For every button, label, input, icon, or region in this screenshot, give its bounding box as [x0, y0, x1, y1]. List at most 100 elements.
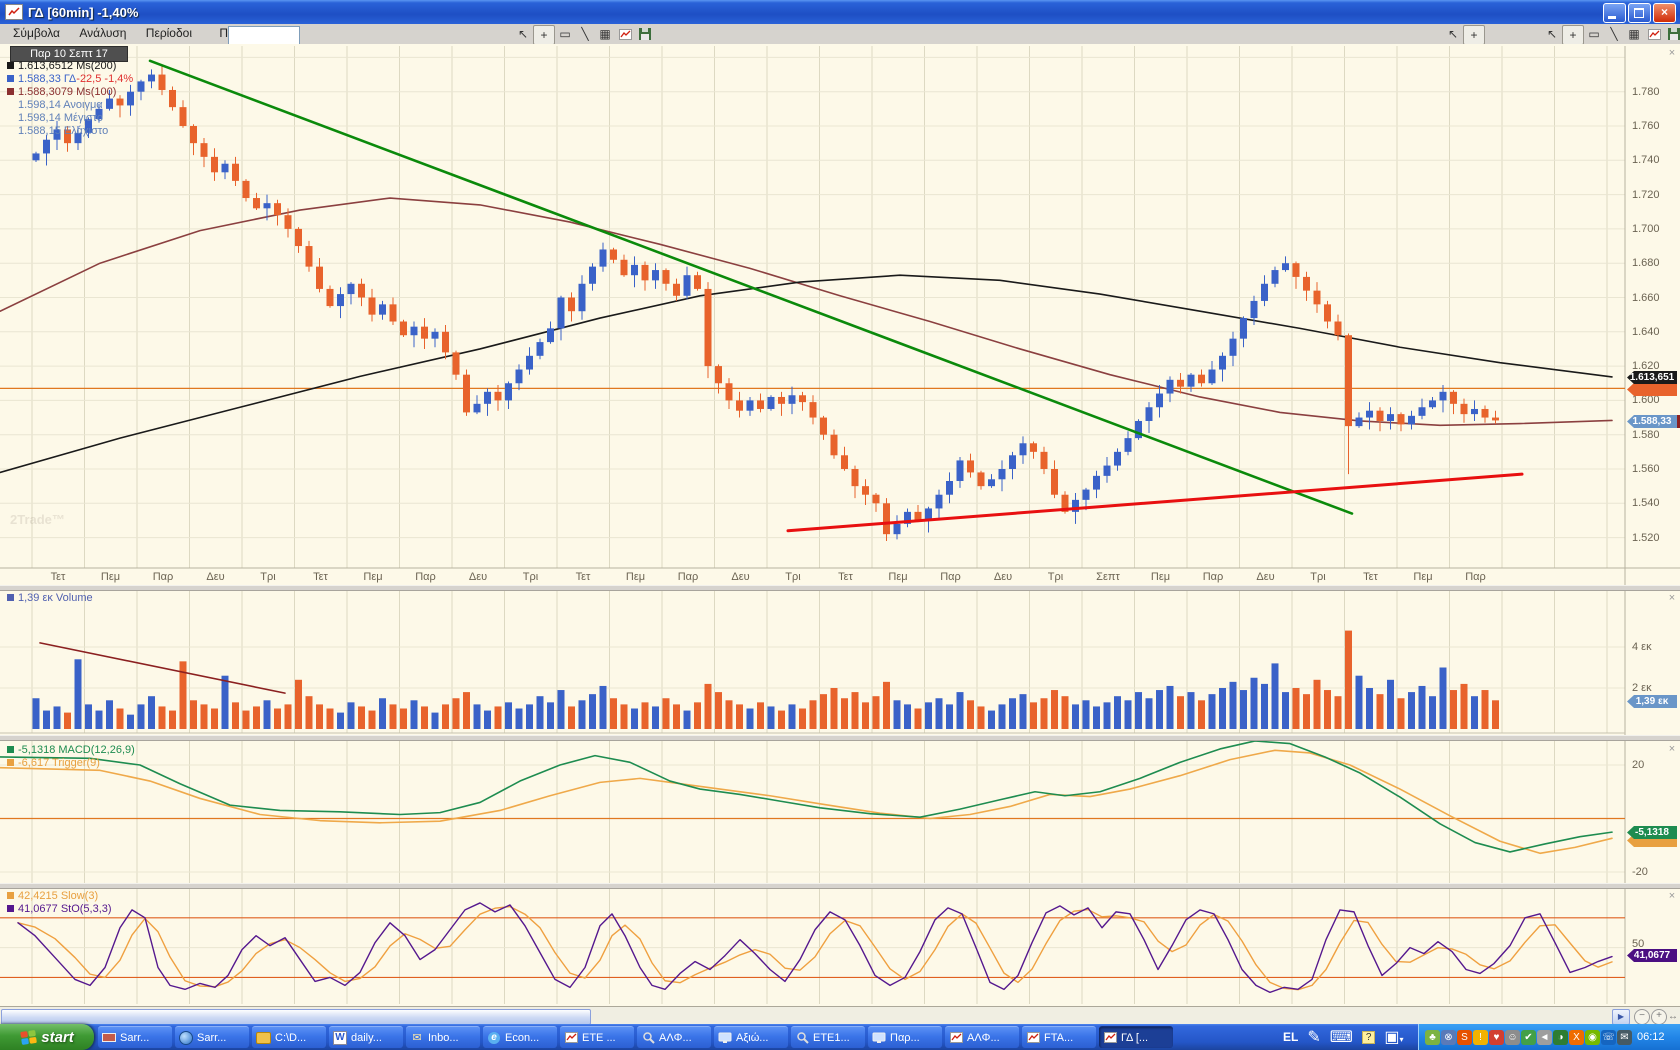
taskbutton-label: Αξιώ... [736, 1032, 768, 1044]
task-par[interactable]: Παρ... [868, 1026, 942, 1048]
spreadsheet-icon[interactable]: X [1569, 1030, 1584, 1045]
task-sarr-1[interactable]: Sarr... [98, 1026, 172, 1048]
plant-icon[interactable]: ♣ [1425, 1030, 1440, 1045]
folder-icon [256, 1031, 271, 1044]
layout-icon[interactable]: ▣▾ [1384, 1027, 1403, 1047]
application-window: ΓΔ [60min] -1,40% × ΣύμβολαΑνάλυσηΠερίοδ… [0, 0, 1680, 1050]
close-price-panel-icon[interactable]: × [1666, 47, 1678, 59]
volume-legend: 1,39 εκ Volume [7, 591, 93, 604]
flame-icon[interactable]: S [1457, 1030, 1472, 1045]
taskbutton-label: ΑΛΦ... [967, 1032, 1000, 1044]
chart-icon [564, 1031, 578, 1044]
task-daily-doc[interactable]: Wdaily... [329, 1026, 403, 1048]
chart-icon [1103, 1031, 1117, 1044]
legend-text: -22,5 -1,4% [76, 73, 133, 85]
legend-text: 1.598,14 Μέγιστο [18, 112, 103, 124]
taskbutton-label: ΓΔ [... [1121, 1032, 1148, 1044]
speaker-icon[interactable]: ◄ [1537, 1030, 1552, 1045]
language-indicator[interactable]: EL [1283, 1030, 1298, 1044]
task-axio[interactable]: Αξιώ... [714, 1026, 788, 1048]
scrollbar-thumb[interactable] [1, 1009, 591, 1025]
stoch-mid-label: 50 [1632, 938, 1644, 950]
globe-icon [179, 1031, 193, 1044]
windows-flag-icon [20, 1029, 37, 1046]
task-alf-1[interactable]: ΑΛΦ... [637, 1026, 711, 1048]
price-axis-label: 1.600 [1632, 394, 1660, 406]
time-axis-label: Τετ [313, 571, 328, 583]
start-label: start [41, 1029, 74, 1046]
chart-area[interactable]: Παρ 10 Σεπτ 17 1.613,6512 Ms(200)1.588,3… [0, 44, 1680, 1024]
close-stoch-panel-icon[interactable]: × [1666, 890, 1678, 902]
time-axis-label: Πεμ [363, 571, 382, 583]
taskbutton-label: Παρ... [890, 1032, 920, 1044]
ma200-price-tag: 1.613,651 [1627, 371, 1677, 384]
time-axis-label: Παρ [678, 571, 699, 583]
legend-open: 1.598,14 Ανοιγμα [7, 98, 103, 111]
legend-text: 1.588,33 ΓΔ [18, 73, 76, 85]
task-sarr-2[interactable]: Sarr... [175, 1026, 249, 1048]
legend-indent [7, 114, 14, 121]
toolbar-app-icon [102, 1031, 116, 1044]
taskbutton-label: Sarr... [197, 1032, 226, 1044]
legend-low: 1.588,15 Ελάχιστο [7, 124, 108, 137]
task-economy[interactable]: eEcon... [483, 1026, 557, 1048]
stoch-slow-legend: 42,4215 Slow(3) [7, 889, 98, 902]
antivirus-check-icon[interactable]: ✔ [1521, 1030, 1536, 1045]
messenger-icon[interactable]: ☏ [1601, 1030, 1616, 1045]
panel-separator[interactable] [0, 585, 1680, 591]
price-axis-label: 1.780 [1632, 86, 1660, 98]
task-explorer[interactable]: C:\D... [252, 1026, 326, 1048]
start-button[interactable]: start [0, 1024, 94, 1050]
zoom-out-button[interactable]: − [1634, 1009, 1650, 1025]
task-ete[interactable]: ETE ... [560, 1026, 634, 1048]
keyboard-icon[interactable]: ⌨ [1330, 1027, 1353, 1047]
macd-tag: -5,1318 [1627, 826, 1677, 839]
phone-icon[interactable]: ✉ [1617, 1030, 1632, 1045]
legend-swatch [7, 62, 14, 69]
red-trendline [788, 474, 1522, 531]
time-axis-label: Πεμ [626, 571, 645, 583]
pen-icon[interactable]: ✎ [1307, 1027, 1320, 1047]
chart-canvas [0, 0, 1680, 1050]
price-axis-label: 1.560 [1632, 463, 1660, 475]
stoch-k-legend: 41,0677 StO(5,3,3) [7, 902, 112, 915]
close-volume-panel-icon[interactable]: × [1666, 592, 1678, 604]
legend-text: 1.588,3079 Ms(100) [18, 86, 116, 98]
time-axis-label: Σεπτ [1096, 571, 1120, 583]
legend-ma100: 1.588,3079 Ms(100) [7, 85, 116, 98]
macd-axis-label: 20 [1632, 759, 1644, 771]
task-gd-active[interactable]: ΓΔ [... [1099, 1026, 1173, 1048]
price-axis-label: 1.760 [1632, 120, 1660, 132]
task-ete1[interactable]: ETE1... [791, 1026, 865, 1048]
panel-separator[interactable] [0, 735, 1680, 741]
time-axis-label: Πεμ [888, 571, 907, 583]
macd-axis-label: -20 [1632, 866, 1648, 878]
legend-text: 1.598,14 Ανοιγμα [18, 99, 103, 111]
zoom-in-button[interactable]: + [1651, 1009, 1667, 1025]
time-axis-label: Τρι [1048, 571, 1063, 583]
legend-high: 1.598,14 Μέγιστο [7, 111, 103, 124]
task-alf-2[interactable]: ΑΛΦ... [945, 1026, 1019, 1048]
price-axis-label: 1.660 [1632, 292, 1660, 304]
outlook-icon: ✉ [410, 1031, 424, 1044]
ie-icon: e [487, 1031, 501, 1044]
task-inbox[interactable]: ✉Inbo... [406, 1026, 480, 1048]
swirl-icon[interactable]: ◉ [1585, 1030, 1600, 1045]
heart-icon[interactable]: ♥ [1489, 1030, 1504, 1045]
chart-icon [1026, 1031, 1040, 1044]
fit-width-icon[interactable]: ↔ [1668, 1011, 1678, 1022]
taskbutton-label: FTA... [1044, 1032, 1073, 1044]
help-note-icon[interactable]: ? [1362, 1031, 1376, 1044]
gauge-icon[interactable]: ◑ [1553, 1030, 1568, 1045]
close-macd-panel-icon[interactable]: × [1666, 743, 1678, 755]
task-fta[interactable]: FTA... [1022, 1026, 1096, 1048]
last-price-tag: 1.588,33 [1627, 415, 1677, 428]
security-shield-icon[interactable]: ! [1473, 1030, 1488, 1045]
binoculars-icon[interactable]: ☺ [1505, 1030, 1520, 1045]
gear-error-icon[interactable]: ⊗ [1441, 1030, 1456, 1045]
scroll-right-arrow[interactable]: ▶ [1612, 1009, 1630, 1025]
horizontal-scrollbar[interactable]: ▶ − + ↔ [0, 1006, 1680, 1025]
price-axis-label: 1.520 [1632, 532, 1660, 544]
language-area: EL ✎ ⌨ ? ▣▾ [1283, 1024, 1404, 1050]
panel-separator[interactable] [0, 883, 1680, 889]
